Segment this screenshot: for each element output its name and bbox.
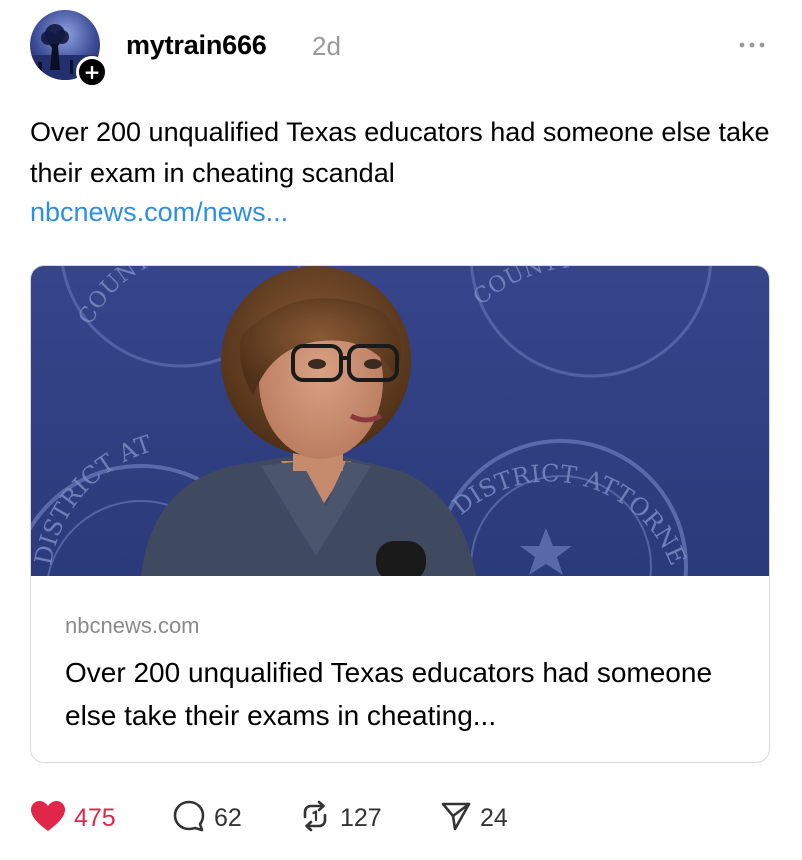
like-button[interactable]: 475 xyxy=(30,796,116,840)
preview-image: COUNTY COUNTY DISTRICT AT DISTRICT ATTOR… xyxy=(31,266,769,728)
share-button[interactable]: 24 xyxy=(440,796,508,840)
heart-icon xyxy=(30,800,66,837)
card-domain: nbcnews.com xyxy=(65,613,200,638)
post-link[interactable]: nbcnews.com/news... xyxy=(30,197,288,228)
comment-count: 62 xyxy=(214,803,242,832)
share-icon xyxy=(440,800,472,837)
repost-count: 127 xyxy=(340,803,382,832)
post-text: Over 200 unqualified Texas educators had… xyxy=(30,117,770,188)
follow-plus-icon[interactable]: + xyxy=(76,56,108,88)
link-preview-card[interactable]: COUNTY COUNTY DISTRICT AT DISTRICT ATTOR… xyxy=(30,265,770,763)
share-count: 24 xyxy=(480,803,508,832)
like-count: 475 xyxy=(74,803,116,832)
card-title: Over 200 unqualified Texas educators had… xyxy=(65,657,713,731)
action-bar: 475 62 127 24 xyxy=(0,796,802,840)
repost-button[interactable]: 127 xyxy=(298,796,382,840)
timestamp: 2d xyxy=(312,31,341,61)
username[interactable]: mytrain666 xyxy=(126,30,267,61)
more-icon[interactable] xyxy=(736,37,768,53)
comment-icon xyxy=(172,799,206,838)
comment-button[interactable]: 62 xyxy=(172,796,242,840)
repost-icon xyxy=(298,799,332,838)
avatar[interactable]: + xyxy=(30,10,108,88)
